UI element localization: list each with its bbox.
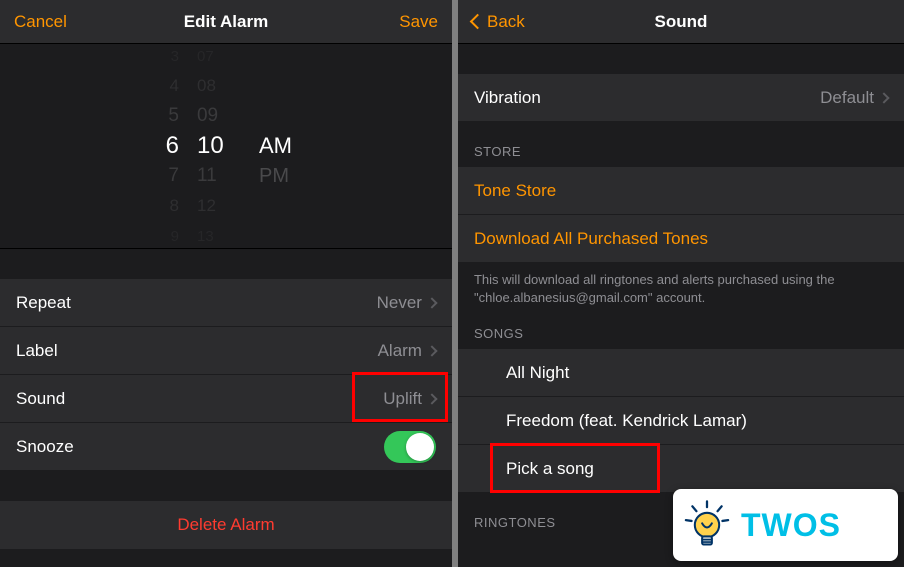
chevron-right-icon xyxy=(878,92,889,103)
vibration-row[interactable]: Vibration Default xyxy=(458,74,904,122)
song-row[interactable]: All Night xyxy=(458,349,904,397)
sound-screen: Back Sound Vibration Default STORE Tone … xyxy=(458,0,904,567)
tone-store-row[interactable]: Tone Store xyxy=(458,167,904,215)
download-note: This will download all ringtones and ale… xyxy=(458,263,904,320)
vibration-label: Vibration xyxy=(474,88,541,108)
vibration-value: Default xyxy=(820,88,874,108)
chevron-right-icon xyxy=(426,297,437,308)
label-value: Alarm xyxy=(378,341,422,361)
repeat-row[interactable]: Repeat Never xyxy=(0,279,452,327)
save-button[interactable]: Save xyxy=(368,12,438,32)
time-picker[interactable]: 3 4 5 6 7 8 9 07 08 09 10 11 12 13 xyxy=(0,44,452,249)
song-row[interactable]: Freedom (feat. Kendrick Lamar) xyxy=(458,397,904,445)
songs-section-header: SONGS xyxy=(458,320,904,349)
nav-title: Sound xyxy=(655,12,708,32)
twos-watermark: TWOS xyxy=(673,489,898,561)
edit-alarm-screen: Cancel Edit Alarm Save 3 4 5 6 7 8 9 07 … xyxy=(0,0,452,567)
pick-song-row[interactable]: Pick a song xyxy=(458,445,904,493)
back-button[interactable]: Back xyxy=(472,12,542,32)
chevron-right-icon xyxy=(426,345,437,356)
store-section-header: STORE xyxy=(458,122,904,167)
ampm-wheel[interactable]: AM PM xyxy=(259,41,309,251)
chevron-right-icon xyxy=(426,393,437,404)
snooze-label: Snooze xyxy=(16,437,74,457)
hour-wheel[interactable]: 3 4 5 6 7 8 9 xyxy=(143,41,179,251)
snooze-toggle[interactable] xyxy=(384,431,436,463)
nav-title: Edit Alarm xyxy=(184,12,268,32)
download-tones-row[interactable]: Download All Purchased Tones xyxy=(458,215,904,263)
label-row[interactable]: Label Alarm xyxy=(0,327,452,375)
chevron-left-icon xyxy=(470,14,486,30)
cancel-button[interactable]: Cancel xyxy=(14,12,84,32)
delete-alarm-button[interactable]: Delete Alarm xyxy=(0,501,452,549)
sound-label: Sound xyxy=(16,389,65,409)
label-label: Label xyxy=(16,341,58,361)
navbar-sound: Back Sound xyxy=(458,0,904,44)
repeat-label: Repeat xyxy=(16,293,71,313)
navbar-edit-alarm: Cancel Edit Alarm Save xyxy=(0,0,452,44)
sound-row[interactable]: Sound Uplift xyxy=(0,375,452,423)
lightbulb-icon xyxy=(681,499,733,551)
twos-text: TWOS xyxy=(741,507,841,544)
snooze-row: Snooze xyxy=(0,423,452,471)
sound-value: Uplift xyxy=(383,389,422,409)
minute-wheel[interactable]: 07 08 09 10 11 12 13 xyxy=(197,41,241,251)
repeat-value: Never xyxy=(377,293,422,313)
